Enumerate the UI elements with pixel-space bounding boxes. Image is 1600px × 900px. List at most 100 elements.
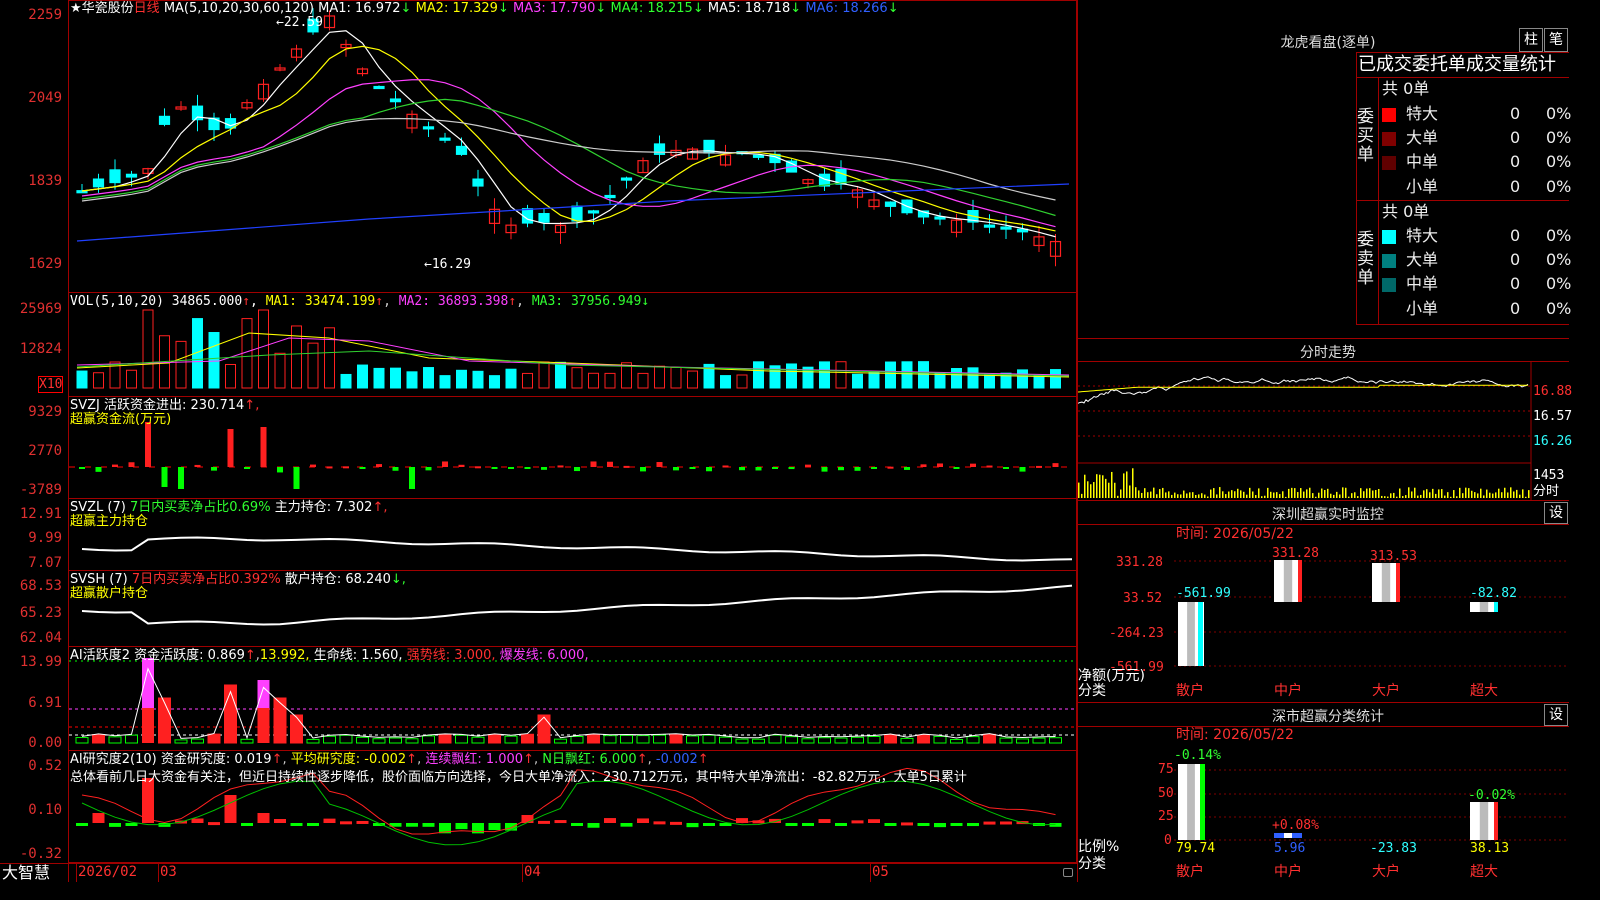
ai-bar xyxy=(999,737,1013,744)
volume-bar xyxy=(984,374,995,389)
column-view-button[interactable]: 柱 xyxy=(1519,28,1543,52)
research-bar xyxy=(670,821,682,825)
volume-bar xyxy=(274,352,286,389)
intraday-vol-bar xyxy=(1507,492,1509,498)
ai-bar xyxy=(224,684,237,744)
volume-bar xyxy=(571,367,583,389)
ai-bar xyxy=(372,738,386,744)
intraday-vol-bar xyxy=(1156,494,1158,498)
research-bar xyxy=(274,819,286,823)
volume-bar xyxy=(208,332,220,389)
volume-bar xyxy=(340,373,352,389)
flow-bar xyxy=(623,465,630,468)
ai-bar xyxy=(620,734,633,744)
tick-view-button[interactable]: 笔 xyxy=(1544,28,1568,52)
ai-bar xyxy=(455,734,468,744)
intraday-vol-bar xyxy=(1237,488,1239,498)
sz-super-bar-shade xyxy=(1479,602,1489,612)
sz-class-settings-button[interactable]: 设 xyxy=(1544,704,1568,726)
ai-bar xyxy=(323,735,336,744)
intraday-vol-bar xyxy=(1201,493,1203,498)
price-line xyxy=(1078,376,1529,404)
intraday-vol-bar xyxy=(1354,492,1356,498)
ai-bar xyxy=(669,733,683,744)
ai-bar xyxy=(636,735,650,744)
ai-bar xyxy=(471,736,485,744)
intraday-vol-bar xyxy=(1213,488,1215,498)
intraday-vol-bar xyxy=(1090,484,1092,498)
cls-super-bar-shade xyxy=(1479,802,1489,840)
research-bar xyxy=(191,818,204,823)
intraday-vol-bar xyxy=(1360,488,1362,498)
intraday-vol-bar xyxy=(1393,492,1395,498)
volume-bar xyxy=(126,369,137,389)
intraday-chart[interactable] xyxy=(1078,362,1569,500)
research-bar xyxy=(637,818,649,823)
flow-bar xyxy=(1036,465,1042,468)
ai-bar xyxy=(818,737,831,744)
candlestick-chart[interactable] xyxy=(69,1,1076,292)
intraday-vol-bar xyxy=(1459,487,1461,498)
intraday-vol-bar xyxy=(1270,491,1272,498)
candle-body xyxy=(587,210,600,214)
research-bar xyxy=(686,823,699,828)
ai-bar xyxy=(339,734,353,744)
flow-bar xyxy=(161,467,168,487)
intraday-vol-bar xyxy=(1315,496,1317,498)
intraday-vol-bar xyxy=(1387,496,1389,498)
intraday-vol-bar xyxy=(1123,473,1125,498)
flow-bar xyxy=(409,467,415,489)
flow-bar xyxy=(557,465,564,468)
flow-bar xyxy=(442,461,448,467)
intraday-vol-bar xyxy=(1114,482,1116,498)
intraday-vol-bar xyxy=(1489,492,1491,498)
sz-class-title: 深市超赢分类统计 xyxy=(1272,709,1384,725)
intraday-vol-bar xyxy=(1267,487,1269,498)
research-bar xyxy=(1000,821,1012,825)
lock-icon[interactable] xyxy=(1063,868,1073,877)
flow-bar xyxy=(376,464,382,467)
research-bar xyxy=(208,822,220,826)
flow-bar xyxy=(821,467,828,472)
flow-bar xyxy=(920,464,927,467)
intraday-vol-bar xyxy=(1423,490,1425,498)
intraday-vol-bar xyxy=(1225,494,1227,498)
intraday-vol-bar xyxy=(1456,496,1458,498)
intraday-vol-bar xyxy=(1219,487,1221,498)
intraday-vol-bar xyxy=(1261,496,1263,498)
flow-bar xyxy=(772,467,778,469)
intraday-vol-bar xyxy=(1477,493,1479,498)
research-bar xyxy=(92,813,105,823)
volume-bar xyxy=(835,361,847,389)
volume-bar xyxy=(934,373,946,389)
research-bar xyxy=(934,823,946,828)
ai-bar xyxy=(142,708,154,743)
research-bar xyxy=(868,819,880,823)
intraday-vol-bar xyxy=(1465,487,1467,498)
volume-bar xyxy=(1050,369,1061,389)
candle-body xyxy=(983,224,996,228)
flow-bar xyxy=(425,467,432,471)
intraday-vol-bar xyxy=(1150,491,1152,498)
candle-body xyxy=(1000,226,1012,230)
flow-bar xyxy=(277,467,283,473)
sz-monitor-settings-button[interactable]: 设 xyxy=(1544,502,1568,524)
intraday-vol-bar xyxy=(1348,496,1350,498)
research-bar xyxy=(125,823,138,826)
left-chart-area[interactable]: 2259 2049 1839 1629 25969 12824 9329 277… xyxy=(0,0,1077,882)
ai10-chart[interactable] xyxy=(69,751,1076,862)
intraday-vol-bar xyxy=(1486,489,1488,498)
intraday-vol-bar xyxy=(1405,495,1407,498)
x-axis: 大智慧 2026/02 03 04 05 xyxy=(0,863,1077,882)
intraday-vol-bar xyxy=(1294,488,1296,498)
period-label: 日线 xyxy=(133,1,160,16)
intraday-vol-bar xyxy=(1246,494,1248,498)
flow-bar xyxy=(788,467,795,470)
flow-bar xyxy=(871,467,877,469)
ai-bar xyxy=(108,736,122,744)
volume-bar xyxy=(373,367,385,389)
research-bar xyxy=(703,823,715,826)
intraday-vol-bar xyxy=(1498,488,1500,498)
research-bar xyxy=(422,823,435,827)
intraday-vol-bar xyxy=(1318,492,1320,498)
